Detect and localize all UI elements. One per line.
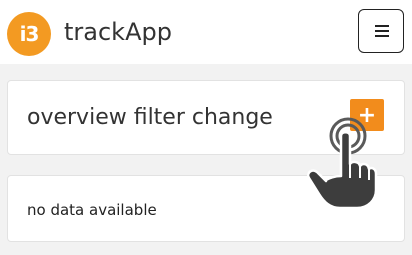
app-title: trackApp	[64, 18, 172, 46]
main-content: overview filter change + no data availab…	[0, 64, 412, 255]
menu-button[interactable]	[358, 9, 404, 53]
hamburger-menu-icon	[375, 25, 389, 27]
filter-card: overview filter change +	[7, 80, 405, 155]
plus-icon: +	[357, 102, 377, 128]
no-data-message: no data available	[27, 201, 157, 219]
add-filter-button[interactable]: +	[350, 99, 384, 131]
logo-text: i3	[19, 22, 40, 46]
filter-card-title: overview filter change	[27, 105, 273, 130]
app-header: i3 trackApp	[0, 0, 412, 64]
data-card: no data available	[7, 175, 405, 242]
app-logo: i3	[7, 12, 51, 56]
